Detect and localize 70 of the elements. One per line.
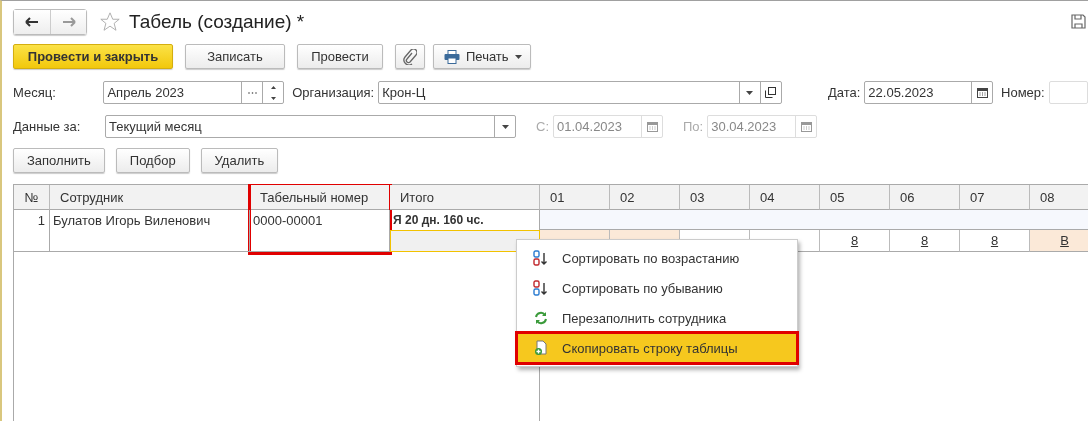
date-field[interactable]: 22.05.2023 bbox=[864, 81, 994, 104]
toolbar-button[interactable]: Записать bbox=[185, 44, 285, 69]
sort-ascending-icon bbox=[533, 250, 549, 266]
ellipsis-icon bbox=[247, 91, 257, 94]
field-value: 30.04.2023 bbox=[710, 118, 778, 136]
printer-icon bbox=[444, 49, 460, 64]
up-down-arrows-icon bbox=[270, 84, 276, 101]
calendar-icon bbox=[800, 121, 812, 132]
table-button[interactable]: Заполнить bbox=[13, 148, 105, 173]
organization-field[interactable]: Крон-Ц bbox=[378, 81, 782, 104]
caret-icon bbox=[746, 90, 754, 95]
attach-button[interactable] bbox=[395, 44, 425, 69]
field-label: Номер: bbox=[1001, 85, 1045, 100]
table-button[interactable]: Подбор bbox=[115, 148, 190, 173]
caret-icon bbox=[514, 54, 522, 59]
field-label: Месяц: bbox=[13, 85, 57, 100]
back-arrow-icon bbox=[25, 16, 39, 27]
back-button[interactable] bbox=[14, 9, 50, 34]
day-cell[interactable]: 8 bbox=[820, 230, 890, 252]
column-header[interactable]: 08 bbox=[1030, 185, 1088, 210]
field-value: 22.05.2023 bbox=[867, 84, 935, 102]
field-label: Организация: bbox=[292, 85, 375, 100]
column-header[interactable]: 05 bbox=[820, 185, 890, 210]
favorite-star-icon[interactable] bbox=[99, 10, 121, 33]
menu-item[interactable]: Сортировать по возрастанию bbox=[517, 243, 797, 273]
day-cell[interactable]: 8 bbox=[960, 230, 1030, 252]
number-field[interactable] bbox=[1048, 81, 1088, 104]
period-field[interactable]: Текущий месяц bbox=[105, 115, 516, 138]
menu-item[interactable]: Перезаполнить сотрудника bbox=[517, 303, 797, 333]
refresh-icon bbox=[534, 311, 548, 325]
field-label: С: bbox=[536, 119, 549, 134]
month-field[interactable]: Апрель 2023 bbox=[103, 81, 285, 104]
column-header[interactable]: 02 bbox=[610, 185, 680, 210]
column-header[interactable]: 04 bbox=[750, 185, 820, 210]
column-header[interactable]: 06 bbox=[890, 185, 960, 210]
field-value: Крон-Ц bbox=[381, 84, 427, 102]
field-value: Текущий месяц bbox=[108, 118, 203, 136]
forward-arrow-icon bbox=[61, 16, 76, 27]
save-icon[interactable] bbox=[1071, 14, 1086, 29]
menu-item[interactable]: Скопировать строку таблицы bbox=[517, 333, 797, 363]
open-window-icon bbox=[765, 87, 777, 98]
row-number: 1 bbox=[14, 210, 50, 252]
table-cell: Булатов Игорь Виленович bbox=[50, 210, 250, 252]
day-cell[interactable]: В bbox=[1030, 230, 1088, 252]
menu-item[interactable]: Сортировать по убыванию bbox=[517, 273, 797, 303]
column-header[interactable]: Табельный номер bbox=[250, 185, 390, 210]
field-label: Данные за: bbox=[13, 119, 82, 134]
caret-icon bbox=[501, 124, 509, 129]
column-header[interactable]: 03 bbox=[680, 185, 750, 210]
column-header[interactable]: 01 bbox=[540, 185, 610, 210]
table-button[interactable]: Удалить bbox=[200, 148, 279, 173]
column-header[interactable]: № bbox=[14, 185, 50, 210]
field-label: По: bbox=[683, 119, 704, 134]
column-header[interactable]: Сотрудник bbox=[50, 185, 250, 210]
calendar-icon bbox=[976, 87, 988, 98]
post-and-close-button[interactable]: Провести и закрыть bbox=[13, 44, 173, 69]
field-value: Апрель 2023 bbox=[106, 84, 186, 102]
column-header[interactable]: Итого bbox=[390, 185, 540, 210]
toolbar-button[interactable]: Провести bbox=[297, 44, 383, 69]
column-header[interactable]: 07 bbox=[960, 185, 1030, 210]
field-value: 01.04.2023 bbox=[556, 118, 624, 136]
calendar-icon bbox=[646, 121, 658, 132]
current-cell[interactable] bbox=[390, 230, 540, 252]
add-document-icon bbox=[534, 340, 548, 356]
paperclip-icon bbox=[403, 48, 417, 65]
field-label: Дата: bbox=[827, 85, 861, 100]
print-button[interactable]: Печать bbox=[433, 44, 531, 69]
window-title: Табель (создание) * bbox=[129, 10, 306, 33]
day-cell[interactable]: 8 bbox=[890, 230, 960, 252]
sort-descending-icon bbox=[533, 280, 549, 296]
